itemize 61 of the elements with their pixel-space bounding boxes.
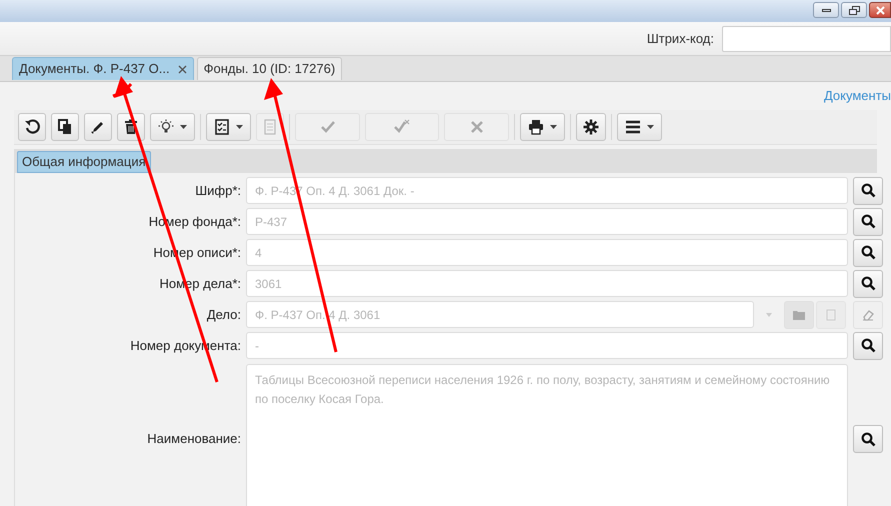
search-icon <box>860 245 876 260</box>
text-field[interactable]: 3061 <box>246 270 848 297</box>
search-button[interactable] <box>853 238 883 266</box>
restore-button[interactable] <box>841 2 867 18</box>
checkmark-icon <box>320 119 336 135</box>
search-icon <box>860 183 876 198</box>
lightbulb-icon <box>158 119 174 135</box>
documents-link[interactable]: Документы <box>824 86 891 106</box>
combo-field[interactable]: Ф. Р-437 Оп. 4 Д. 3061 <box>246 301 754 328</box>
copy-icon <box>57 119 73 135</box>
gear-icon <box>583 119 599 135</box>
search-button[interactable] <box>853 425 883 453</box>
toolbar-button[interactable] <box>18 113 46 141</box>
text-field[interactable]: 4 <box>246 239 848 266</box>
caret-icon <box>647 125 654 129</box>
caret-icon <box>550 125 557 129</box>
document-icon <box>262 119 278 135</box>
close-icon[interactable] <box>178 64 187 74</box>
minimize-button[interactable] <box>813 2 839 18</box>
menu-icon <box>625 119 641 135</box>
pencil-icon <box>90 119 106 135</box>
text-area[interactable]: Таблицы Всесоюзной переписи населения 1926 г. по полу, возрасту, занятиям и семейному состоянию по поселку Косая Гора. <box>246 364 848 506</box>
field-label: Шифр*: <box>195 182 241 200</box>
toolbar-button[interactable] <box>150 113 195 141</box>
document-tab[interactable]: Документы. Ф. Р-437 О... <box>12 57 194 80</box>
search-icon <box>860 432 876 446</box>
restore-icon <box>848 6 860 14</box>
toolbar-button[interactable] <box>51 113 79 141</box>
document-icon <box>825 308 837 320</box>
cross-icon <box>468 119 484 135</box>
search-button[interactable] <box>853 332 883 360</box>
search-icon <box>860 338 876 353</box>
field-label: Дело: <box>206 306 241 324</box>
search-button[interactable] <box>853 176 883 204</box>
search-icon <box>860 214 876 229</box>
toolbar-button[interactable] <box>576 113 606 141</box>
field-label: Наименование: <box>147 430 241 448</box>
text-field[interactable]: Р-437 <box>246 208 848 235</box>
toolbar-button[interactable] <box>206 113 251 141</box>
close-button[interactable] <box>869 2 891 18</box>
toolbar-button[interactable] <box>520 113 565 141</box>
caret-icon <box>236 125 243 129</box>
trash-icon <box>123 119 139 135</box>
document-tab[interactable]: Фонды. 10 (ID: 17276) <box>196 57 342 80</box>
barcode-label: Штрих-код: <box>646 30 714 48</box>
search-icon <box>860 276 876 291</box>
refresh-icon <box>24 119 40 135</box>
toolbar-button[interactable] <box>84 113 112 141</box>
printer-icon <box>528 119 544 135</box>
search-button[interactable] <box>853 208 883 236</box>
barcode-field[interactable] <box>722 26 891 52</box>
toolbar-button[interactable] <box>617 113 662 141</box>
folder-icon <box>792 308 806 320</box>
checkmark-cross-icon <box>394 119 410 135</box>
close-icon <box>876 6 884 14</box>
eraser-icon <box>861 308 875 320</box>
text-field[interactable]: - <box>246 332 848 359</box>
caret-icon <box>180 125 187 129</box>
checklist-icon <box>214 119 230 135</box>
section-tab[interactable]: Общая информация <box>17 151 151 173</box>
search-button[interactable] <box>853 270 883 298</box>
